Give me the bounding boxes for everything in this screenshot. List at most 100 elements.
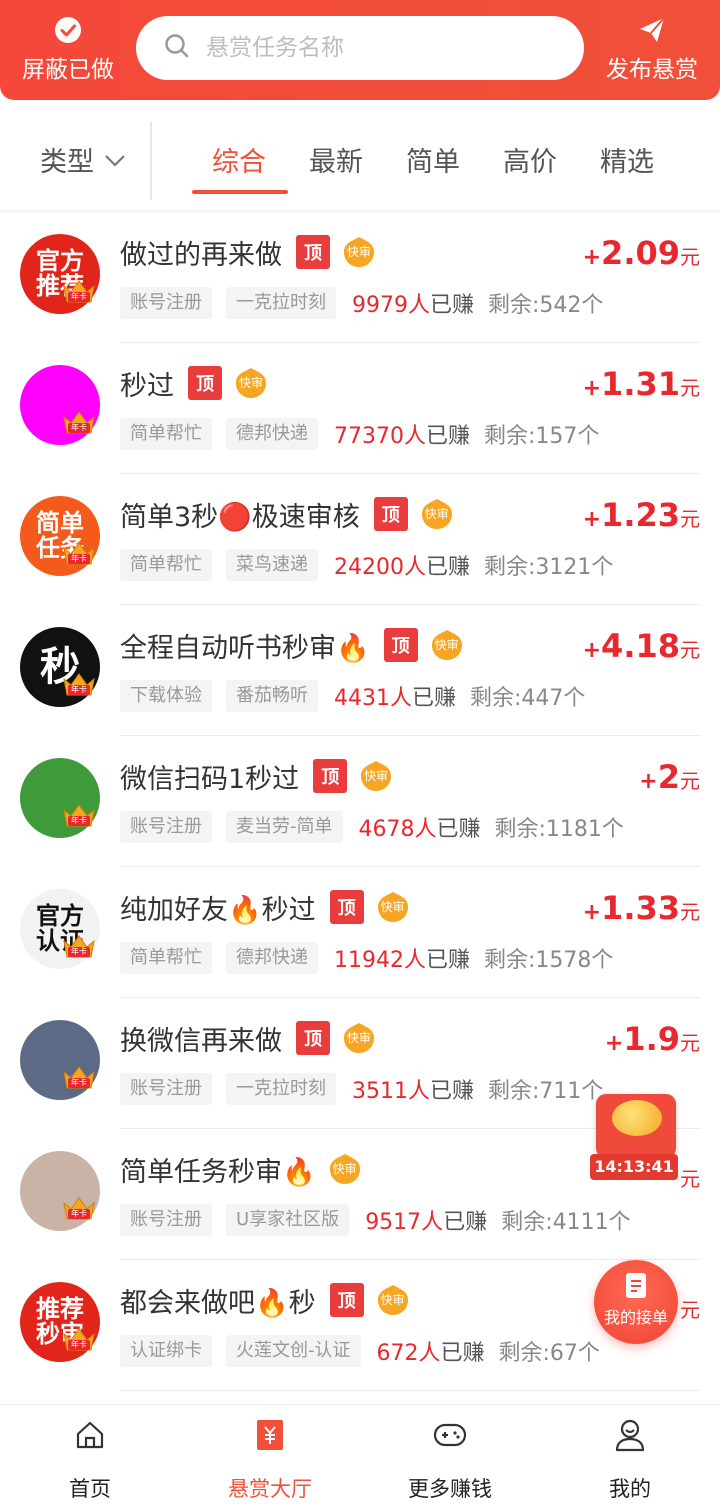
earned-number: 9517人 (365, 1210, 444, 1235)
remaining-count: 剩余:4111个 (501, 1210, 631, 1235)
nav-home[interactable]: 首页 (0, 1417, 180, 1503)
tab-latest[interactable]: 最新 (309, 140, 363, 179)
task-title-row: 秒过顶 快审 (120, 363, 268, 403)
task-meta-row: 账号注册 U享家社区版 9517人已赚 剩余:4111个 (120, 1203, 631, 1237)
nav-mine[interactable]: 我的 (540, 1417, 720, 1503)
type-dropdown[interactable]: 类型 (40, 140, 126, 179)
fast-review-badge: 快审 (234, 366, 268, 400)
task-title: 全程自动听书秒审🔥 (120, 632, 370, 664)
task-tag: 麦当劳-简单 (226, 811, 343, 843)
earned-count: 11942人已赚 (334, 942, 470, 974)
earned-number: 4431人 (334, 686, 412, 711)
top-badge: 顶 (296, 235, 330, 269)
task-tag: 一克拉时刻 (226, 1073, 336, 1105)
top-header: 屏蔽已做 发布悬赏 (0, 0, 720, 100)
nav-mine-label: 我的 (609, 1477, 651, 1501)
nav-reward-hall[interactable]: 悬赏大厅 (180, 1417, 360, 1503)
task-tag: 简单帮忙 (120, 942, 212, 974)
task-meta-row: 账号注册 一克拉时刻 3511人已赚 剩余:711个 (120, 1072, 603, 1106)
earned-suffix: 已赚 (440, 1341, 485, 1366)
task-title-row: 简单3秒🔴极速审核顶 快审 (120, 494, 454, 534)
annual-card-crown-icon: 年卡 (62, 278, 96, 304)
fast-review-label: 快审 (346, 245, 371, 259)
search-bar[interactable] (136, 16, 584, 80)
remaining-count: 剩余:542个 (488, 293, 604, 318)
fast-review-badge: 快审 (342, 235, 376, 269)
task-title: 秒过 (120, 370, 174, 402)
earned-suffix: 已赚 (426, 948, 471, 973)
task-list: 官方推荐 年卡 做过的再来做顶快审 +2.09元 账号注册 一克拉时刻 9979人已赚 剩余:… (0, 212, 720, 1391)
fast-review-badge: 快审 (420, 497, 454, 531)
earned-number: 9979人 (352, 293, 430, 318)
publish-reward-button[interactable]: 发布悬赏 (592, 14, 712, 86)
task-item[interactable]: 官方推荐 年卡 做过的再来做顶快审 +2.09元 账号注册 一克拉时刻 9979人已赚 剩余:… (0, 212, 720, 343)
reward-amount: 1.33 (601, 889, 680, 927)
task-item[interactable]: 简单任务 年卡 简单3秒🔴极速审核顶快审 +1.23元 简单帮忙 菜鸟速递 24200人已赚… (0, 474, 720, 605)
countdown-text: 14:13:41 (590, 1154, 678, 1180)
earned-count: 4678人已赚 (359, 811, 481, 843)
reward-unit: 元 (680, 1031, 700, 1055)
fast-review-label: 快审 (424, 507, 449, 521)
task-reward: +1.33元 (583, 889, 700, 927)
earned-number: 11942人 (334, 948, 426, 973)
top-badge: 顶 (329, 890, 364, 924)
chevron-down-icon (104, 144, 126, 175)
task-title-row: 微信扫码1秒过顶 快审 (120, 756, 393, 796)
task-title-row: 都会来做吧🔥秒顶 快审 (120, 1280, 410, 1320)
reward-amount: 2.09 (601, 234, 680, 272)
task-item[interactable]: 年卡 秒过顶 快审 +1.31元 简单帮忙 德邦快递 77370人已赚 剩余:157个 (0, 343, 720, 474)
hide-done-button[interactable]: 屏蔽已做 (8, 14, 128, 86)
gold-coin-icon (612, 1100, 662, 1136)
filter-divider (150, 122, 152, 200)
type-label: 类型 (40, 147, 94, 178)
task-meta-row: 账号注册 一克拉时刻 9979人已赚 剩余:542个 (120, 286, 603, 320)
search-input[interactable] (206, 35, 566, 61)
nav-more-earn[interactable]: 更多赚钱 (360, 1417, 540, 1503)
fast-review-badge: 快审 (342, 1021, 376, 1055)
tab-featured[interactable]: 精选 (600, 140, 654, 179)
annual-card-crown-icon: 年卡 (62, 1064, 96, 1090)
remaining-count: 剩余:711个 (488, 1079, 604, 1104)
annual-card-crown-icon: 年卡 (62, 802, 96, 828)
earned-suffix: 已赚 (426, 555, 471, 580)
remaining-count: 剩余:1181个 (494, 817, 624, 842)
task-tag: 账号注册 (120, 1073, 212, 1105)
fast-review-label: 快审 (346, 1031, 371, 1045)
task-meta-row: 下载体验 番茄畅听 4431人已赚 剩余:447个 (120, 679, 585, 713)
earned-number: 4678人 (358, 817, 437, 842)
fast-review-badge: 快审 (376, 1283, 410, 1317)
task-item[interactable]: 秒年卡 全程自动听书秒审🔥 顶快审 +4.18元 下载体验 番茄畅听 4431人已赚 剩余:4… (0, 605, 720, 736)
task-item[interactable]: 官方认证 年卡 纯加好友🔥秒过顶快审 +1.33元 简单帮忙 德邦快递 11942人已赚 剩余… (0, 867, 720, 998)
reward-amount: 1.31 (601, 365, 680, 403)
tab-comprehensive[interactable]: 综合 (212, 140, 266, 179)
task-meta-row: 认证绑卡 火莲文创-认证 672人已赚 剩余:67个 (120, 1334, 600, 1368)
task-item[interactable]: 年卡 微信扫码1秒过顶 快审 +2元 账号注册 麦当劳-简单 4678人已赚 剩余:1181个 (0, 736, 720, 867)
home-icon (0, 1417, 180, 1453)
task-title-row: 简单任务秒审🔥 快审 (120, 1149, 362, 1189)
my-orders-button[interactable]: 我的接单 (594, 1260, 678, 1344)
reward-unit: 元 (680, 376, 700, 400)
nav-reward-hall-label: 悬赏大厅 (228, 1477, 312, 1501)
top-badge: 顶 (373, 497, 408, 531)
task-title-row: 做过的再来做顶 快审 (120, 232, 376, 272)
earned-count: 9517人已赚 (365, 1204, 487, 1236)
reward-unit: 元 (680, 769, 700, 793)
task-title-row: 换微信再来做顶 快审 (120, 1018, 376, 1058)
earned-suffix: 已赚 (443, 1210, 488, 1235)
clipboard-icon (594, 1270, 678, 1300)
nav-home-label: 首页 (69, 1477, 111, 1501)
annual-card-label: 年卡 (71, 1078, 87, 1087)
earned-suffix: 已赚 (426, 424, 471, 449)
task-title: 都会来做吧🔥秒 (120, 1287, 316, 1319)
red-packet-timer[interactable]: 14:13:41 (590, 1094, 686, 1186)
tab-simple[interactable]: 简单 (406, 140, 460, 179)
reward-plus: + (582, 376, 602, 401)
fast-review-label: 快审 (332, 1162, 357, 1176)
task-title: 微信扫码1秒过 (120, 763, 300, 795)
tab-high-price[interactable]: 高价 (503, 140, 557, 179)
task-tag: 番茄畅听 (226, 680, 318, 712)
my-orders-label: 我的接单 (603, 1308, 668, 1327)
top-badge: 顶 (383, 628, 418, 662)
remaining-count: 剩余:67个 (498, 1341, 600, 1366)
reward-unit: 元 (680, 1298, 700, 1322)
